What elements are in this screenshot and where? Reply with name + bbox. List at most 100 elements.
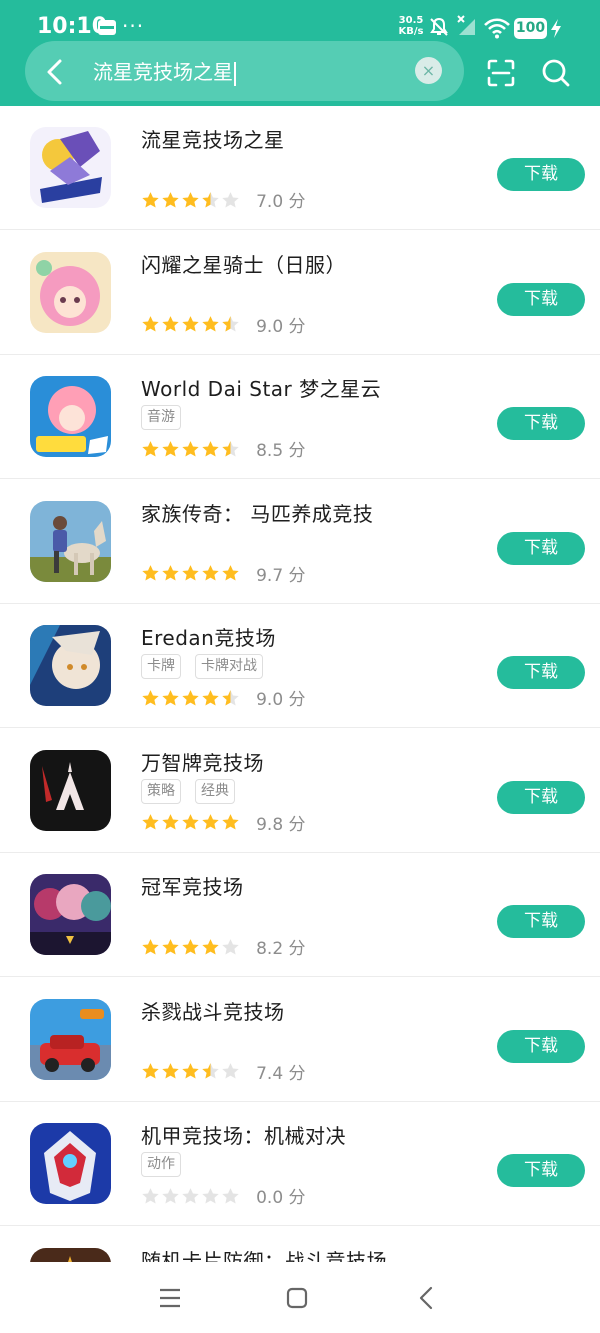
star-rating <box>141 688 241 708</box>
app-name[interactable]: 杀戮战斗竞技场 <box>141 996 285 1025</box>
wifi-icon <box>484 18 510 39</box>
score-text: 8.5 分 <box>256 441 306 461</box>
star-empty-icon <box>202 1187 219 1204</box>
star-filled-icon <box>182 565 199 581</box>
score-text: 9.0 分 <box>256 690 306 710</box>
star-rating <box>141 937 241 957</box>
star-filled-icon <box>202 565 219 581</box>
list-item[interactable]: 随机卡片防御：战斗竞技场 <box>0 1227 600 1263</box>
star-rating <box>141 439 241 459</box>
category-tag[interactable]: 动作 <box>141 1152 181 1177</box>
recent-apps-icon[interactable] <box>159 1287 181 1309</box>
star-half-icon <box>202 1063 219 1079</box>
rating: 8.2 分 <box>141 934 306 959</box>
app-name[interactable]: World Dai Star 梦之星云 <box>141 373 381 402</box>
download-button[interactable]: 下载 <box>497 780 585 814</box>
search-icon[interactable] <box>541 58 571 88</box>
world-dai-star-app-icon[interactable] <box>30 376 111 457</box>
list-item[interactable]: 流星竞技场之星 7.0 分 下载 <box>0 106 600 230</box>
status-time: 10:10 <box>37 14 108 39</box>
mech-arena-app-icon[interactable] <box>30 1123 111 1204</box>
list-item[interactable]: 冠军竞技场 8.2 分 下载 <box>0 853 600 977</box>
category-tag[interactable]: 经典 <box>195 778 235 804</box>
search-bar[interactable] <box>25 41 464 101</box>
charging-icon <box>551 19 561 38</box>
app-header: 10:10 ··· 30.5 KB/s 100 流星竞技场之星 × <box>0 0 600 106</box>
horse-family-legend-app-icon[interactable] <box>30 500 111 582</box>
download-button[interactable]: 下载 <box>497 905 585 938</box>
app-name[interactable]: 闪耀之星骑士（日服） <box>141 249 346 278</box>
meteor-arena-star-app-icon[interactable] <box>30 127 111 208</box>
star-filled-icon <box>182 689 199 706</box>
mtg-arena-app-icon[interactable] <box>30 749 111 831</box>
tag-list: 卡牌 卡牌对战 <box>141 654 277 679</box>
search-query: 流星竞技场之星 <box>93 60 233 84</box>
category-tag[interactable]: 卡牌对战 <box>195 654 263 679</box>
list-item[interactable]: 闪耀之星骑士（日服） 9.0 分 下载 <box>0 231 600 355</box>
nav-back-icon[interactable] <box>416 1286 436 1310</box>
download-button[interactable]: 下载 <box>497 158 585 191</box>
star-filled-icon <box>162 689 179 706</box>
star-filled-icon <box>182 316 199 332</box>
random-card-defense-app-icon[interactable] <box>30 1247 111 1263</box>
app-name[interactable]: 随机卡片防御：战斗竞技场 <box>141 1245 387 1263</box>
app-name[interactable]: 万智牌竞技场 <box>141 747 264 776</box>
download-button[interactable]: 下载 <box>497 531 585 565</box>
download-button[interactable]: 下载 <box>497 282 585 316</box>
star-filled-icon <box>142 689 159 706</box>
score-text: 8.2 分 <box>256 939 306 959</box>
star-filled-icon <box>142 316 159 332</box>
star-filled-icon <box>222 565 239 581</box>
rating: 7.4 分 <box>141 1059 306 1084</box>
star-filled-icon <box>182 191 199 208</box>
network-speed-value: 30.5 <box>398 15 424 26</box>
star-empty-icon <box>162 1187 179 1204</box>
star-filled-icon <box>162 938 179 955</box>
back-arrow-icon[interactable] <box>38 54 74 90</box>
star-filled-icon <box>162 814 179 830</box>
eredan-arena-app-icon[interactable] <box>30 625 111 706</box>
score-text: 0.0 分 <box>256 1188 306 1208</box>
category-tag[interactable]: 卡牌 <box>141 654 181 679</box>
list-item[interactable]: 家族传奇： 马匹养成竞技 9.7 分 下载 <box>0 480 600 604</box>
battle-cars-app-icon[interactable] <box>30 998 111 1080</box>
home-icon[interactable] <box>286 1287 308 1309</box>
score-text: 9.7 分 <box>256 565 306 586</box>
category-tag[interactable]: 策略 <box>141 778 181 804</box>
app-name[interactable]: 冠军竞技场 <box>141 871 244 900</box>
star-half-icon <box>222 440 239 457</box>
list-item[interactable]: World Dai Star 梦之星云音游 8.5 分 下载 <box>0 355 600 479</box>
text-caret <box>234 61 236 86</box>
download-button[interactable]: 下载 <box>497 1154 585 1187</box>
star-empty-icon <box>222 191 239 208</box>
tag-list: 音游 <box>141 405 195 430</box>
star-half-icon <box>222 316 239 332</box>
shining-star-knight-app-icon[interactable] <box>30 251 111 333</box>
bell-muted-icon <box>430 17 448 36</box>
clear-search-button[interactable]: × <box>415 57 442 84</box>
star-filled-icon <box>142 191 159 208</box>
rating: 7.0 分 <box>141 187 306 212</box>
list-item[interactable]: 万智牌竞技场 策略 经典 9.8 分 下载 <box>0 729 600 853</box>
star-filled-icon <box>142 1063 159 1079</box>
star-filled-icon <box>142 814 159 830</box>
list-item[interactable]: 杀戮战斗竞技场 7.4 分 下载 <box>0 978 600 1102</box>
network-speed: 30.5 KB/s <box>398 15 424 37</box>
app-name[interactable]: 家族传奇： 马匹养成竞技 <box>141 498 373 527</box>
list-item[interactable]: 机甲竞技场：机械对决动作 0.0 分 下载 <box>0 1102 600 1226</box>
app-name[interactable]: Eredan竞技场 <box>141 622 276 651</box>
download-button[interactable]: 下载 <box>497 656 585 689</box>
list-item[interactable]: Eredan竞技场卡牌 卡牌对战 9.0 分 下载 <box>0 604 600 728</box>
category-tag[interactable]: 音游 <box>141 405 181 430</box>
score-text: 9.0 分 <box>256 316 306 337</box>
app-name[interactable]: 机甲竞技场：机械对决 <box>141 1120 346 1149</box>
star-filled-icon <box>202 316 219 332</box>
download-button[interactable]: 下载 <box>497 1029 585 1063</box>
champions-arena-app-icon[interactable] <box>30 874 111 955</box>
app-name[interactable]: 流星竞技场之星 <box>141 124 285 153</box>
star-filled-icon <box>222 814 239 830</box>
scan-icon[interactable] <box>486 58 516 88</box>
download-button[interactable]: 下载 <box>497 407 585 440</box>
star-empty-icon <box>222 938 239 955</box>
search-input[interactable]: 流星竞技场之星 <box>93 58 236 86</box>
